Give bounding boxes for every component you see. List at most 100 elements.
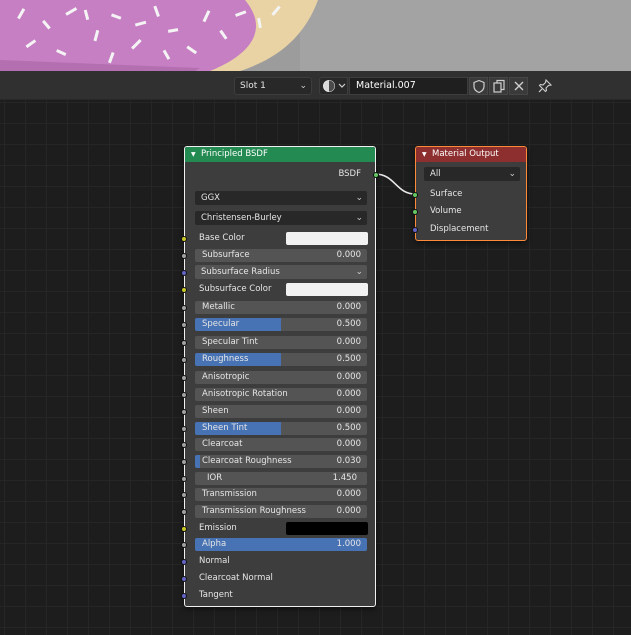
surface-socket[interactable] bbox=[412, 192, 418, 198]
emission-color-swatch[interactable] bbox=[286, 522, 368, 535]
material-output-node[interactable]: ▼ Material Output All ⌄ Surface Volume Dis… bbox=[412, 146, 527, 241]
subsurface-slider[interactable]: Subsurface 0.000 bbox=[195, 249, 367, 262]
subsurface-color-color-swatch[interactable] bbox=[286, 283, 368, 296]
anisotropic-slider[interactable]: Anisotropic 0.000 bbox=[195, 371, 367, 384]
subsurface-radius-socket[interactable] bbox=[181, 270, 187, 276]
sheen-slider[interactable]: Sheen 0.000 bbox=[195, 405, 367, 418]
specular-value: 0.500 bbox=[336, 319, 361, 329]
clearcoat-normal-socket[interactable] bbox=[181, 576, 187, 582]
bsdf-input-base-color: Base Color bbox=[181, 231, 375, 246]
bsdf-output-row: BSDF bbox=[185, 167, 379, 182]
normal-socket[interactable] bbox=[181, 559, 187, 565]
roughness-slider[interactable]: Roughness 0.500 bbox=[195, 353, 367, 366]
specular-slider[interactable]: Specular 0.500 bbox=[195, 318, 367, 331]
bsdf-input-emission: Emission bbox=[181, 521, 375, 536]
alpha-label: Alpha bbox=[202, 539, 227, 549]
bsdf-output-socket[interactable] bbox=[373, 172, 379, 178]
distribution-dropdown[interactable]: GGX ⌄ bbox=[195, 191, 367, 205]
output-input-volume: Volume bbox=[412, 204, 526, 219]
collapse-triangle-icon[interactable]: ▼ bbox=[191, 147, 196, 162]
chevron-down-icon: ⌄ bbox=[355, 267, 363, 277]
tangent-socket[interactable] bbox=[181, 593, 187, 599]
chevron-down-icon: ⌄ bbox=[355, 213, 363, 223]
roughness-socket[interactable] bbox=[181, 357, 187, 363]
output-node-header[interactable]: ▼ Material Output bbox=[416, 147, 526, 162]
volume-socket[interactable] bbox=[412, 209, 418, 215]
bsdf-to-surface-link bbox=[374, 173, 416, 195]
subsurface-method-dropdown[interactable]: Christensen-Burley ⌄ bbox=[195, 211, 367, 225]
specular-label: Specular bbox=[202, 319, 240, 329]
bsdf-input-anisotropic: Anisotropic 0.000 bbox=[181, 370, 375, 385]
transmission-roughness-slider[interactable]: Transmission Roughness 0.000 bbox=[195, 505, 367, 518]
specular-socket[interactable] bbox=[181, 322, 187, 328]
metallic-socket[interactable] bbox=[181, 305, 187, 311]
base-color-socket[interactable] bbox=[181, 236, 187, 242]
anisotropic-rotation-slider[interactable]: Anisotropic Rotation 0.000 bbox=[195, 388, 367, 401]
bsdf-input-tangent: Tangent bbox=[181, 588, 375, 603]
emission-socket[interactable] bbox=[181, 526, 187, 532]
clearcoat-roughness-value: 0.030 bbox=[336, 456, 361, 466]
alpha-socket[interactable] bbox=[181, 542, 187, 548]
clearcoat-socket[interactable] bbox=[181, 442, 187, 448]
subsurface-radius-dropdown[interactable]: Subsurface Radius ⌄ bbox=[195, 265, 367, 279]
clearcoat-slider[interactable]: Clearcoat 0.000 bbox=[195, 438, 367, 451]
chevron-down-icon: ⌄ bbox=[508, 169, 516, 179]
transmission-roughness-socket[interactable] bbox=[181, 509, 187, 515]
metallic-slider[interactable]: Metallic 0.000 bbox=[195, 301, 367, 314]
bsdf-input-transmission-roughness: Transmission Roughness 0.000 bbox=[181, 504, 375, 519]
output-target-value: All bbox=[430, 169, 441, 179]
subsurface-socket[interactable] bbox=[181, 253, 187, 259]
clearcoat-roughness-slider[interactable]: Clearcoat Roughness 0.030 bbox=[195, 455, 367, 468]
clearcoat-roughness-slider-fill bbox=[195, 455, 201, 468]
normal-label: Normal bbox=[199, 556, 230, 566]
clearcoat-value: 0.000 bbox=[336, 439, 361, 449]
specular-tint-value: 0.000 bbox=[336, 337, 361, 347]
displacement-socket[interactable] bbox=[412, 227, 418, 233]
base-color-color-swatch[interactable] bbox=[286, 232, 368, 245]
anisotropic-rotation-socket[interactable] bbox=[181, 392, 187, 398]
collapse-triangle-icon[interactable]: ▼ bbox=[422, 147, 427, 162]
bsdf-input-clearcoat: Clearcoat 0.000 bbox=[181, 437, 375, 452]
subsurface-method-value: Christensen-Burley bbox=[201, 213, 282, 223]
clearcoat-roughness-label: Clearcoat Roughness bbox=[202, 456, 292, 466]
output-target-dropdown[interactable]: All ⌄ bbox=[424, 167, 520, 181]
ior-socket[interactable] bbox=[181, 476, 187, 482]
bsdf-input-normal: Normal bbox=[181, 554, 375, 569]
ior-slider[interactable]: IOR 1.450 bbox=[195, 472, 367, 485]
specular-tint-socket[interactable] bbox=[181, 340, 187, 346]
subsurface-color-socket[interactable] bbox=[181, 287, 187, 293]
alpha-slider[interactable]: Alpha 1.000 bbox=[195, 538, 367, 551]
alpha-value: 1.000 bbox=[336, 539, 361, 549]
bsdf-input-alpha: Alpha 1.000 bbox=[181, 537, 375, 552]
surface-label: Surface bbox=[430, 189, 463, 199]
specular-tint-label: Specular Tint bbox=[202, 337, 258, 347]
anisotropic-socket[interactable] bbox=[181, 375, 187, 381]
transmission-roughness-value: 0.000 bbox=[336, 506, 361, 516]
sheen-tint-label: Sheen Tint bbox=[202, 423, 248, 433]
transmission-socket[interactable] bbox=[181, 492, 187, 498]
metallic-label: Metallic bbox=[202, 302, 235, 312]
sheen-socket[interactable] bbox=[181, 409, 187, 415]
transmission-value: 0.000 bbox=[336, 489, 361, 499]
output-node-title: Material Output bbox=[432, 149, 499, 159]
distribution-value: GGX bbox=[201, 193, 220, 203]
clearcoat-normal-label: Clearcoat Normal bbox=[199, 573, 273, 583]
bsdf-input-ior: IOR 1.450 bbox=[181, 471, 375, 486]
bsdf-node-header[interactable]: ▼ Principled BSDF bbox=[185, 147, 375, 162]
bsdf-input-anisotropic-rotation: Anisotropic Rotation 0.000 bbox=[181, 387, 375, 402]
sheen-tint-slider[interactable]: Sheen Tint 0.500 bbox=[195, 422, 367, 435]
specular-tint-slider[interactable]: Specular Tint 0.000 bbox=[195, 336, 367, 349]
clearcoat-roughness-socket[interactable] bbox=[181, 459, 187, 465]
sheen-tint-socket[interactable] bbox=[181, 426, 187, 432]
clearcoat-label: Clearcoat bbox=[202, 439, 243, 449]
principled-bsdf-node[interactable]: ▼ Principled BSDF BSDF GGX ⌄ Christensen… bbox=[181, 146, 379, 607]
transmission-label: Transmission bbox=[202, 489, 257, 499]
anisotropic-label: Anisotropic bbox=[202, 372, 250, 382]
sheen-value: 0.000 bbox=[336, 406, 361, 416]
transmission-slider[interactable]: Transmission 0.000 bbox=[195, 488, 367, 501]
metallic-value: 0.000 bbox=[336, 302, 361, 312]
subsurface-color-label: Subsurface Color bbox=[199, 284, 272, 294]
bsdf-input-metallic: Metallic 0.000 bbox=[181, 300, 375, 315]
bsdf-input-specular: Specular 0.500 bbox=[181, 317, 375, 332]
ior-value: 1.450 bbox=[332, 473, 357, 483]
